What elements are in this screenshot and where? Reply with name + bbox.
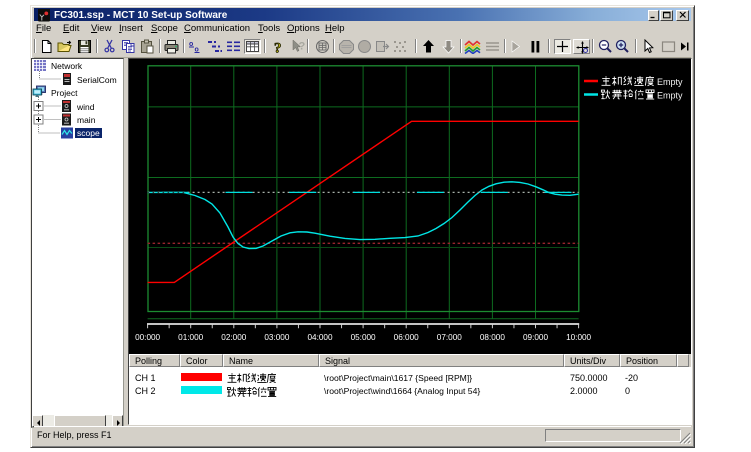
- svg-text:10:000: 10:000: [566, 333, 591, 342]
- svg-text:09:000: 09:000: [523, 333, 548, 342]
- svg-text:01:000: 01:000: [178, 333, 203, 342]
- svg-text:?: ?: [274, 41, 282, 55]
- svg-text:02:000: 02:000: [221, 333, 246, 342]
- svg-text:08:000: 08:000: [480, 333, 505, 342]
- svg-text:04:000: 04:000: [307, 333, 332, 342]
- svg-text:Empty: Empty: [657, 77, 683, 87]
- svg-text:03:000: 03:000: [264, 333, 289, 342]
- svg-text:?: ?: [299, 41, 306, 53]
- svg-text:07:000: 07:000: [437, 333, 462, 342]
- svg-text:00:000: 00:000: [135, 333, 160, 342]
- svg-text:05:000: 05:000: [351, 333, 376, 342]
- svg-text:06:000: 06:000: [394, 333, 419, 342]
- svg-text:Empty: Empty: [657, 91, 683, 101]
